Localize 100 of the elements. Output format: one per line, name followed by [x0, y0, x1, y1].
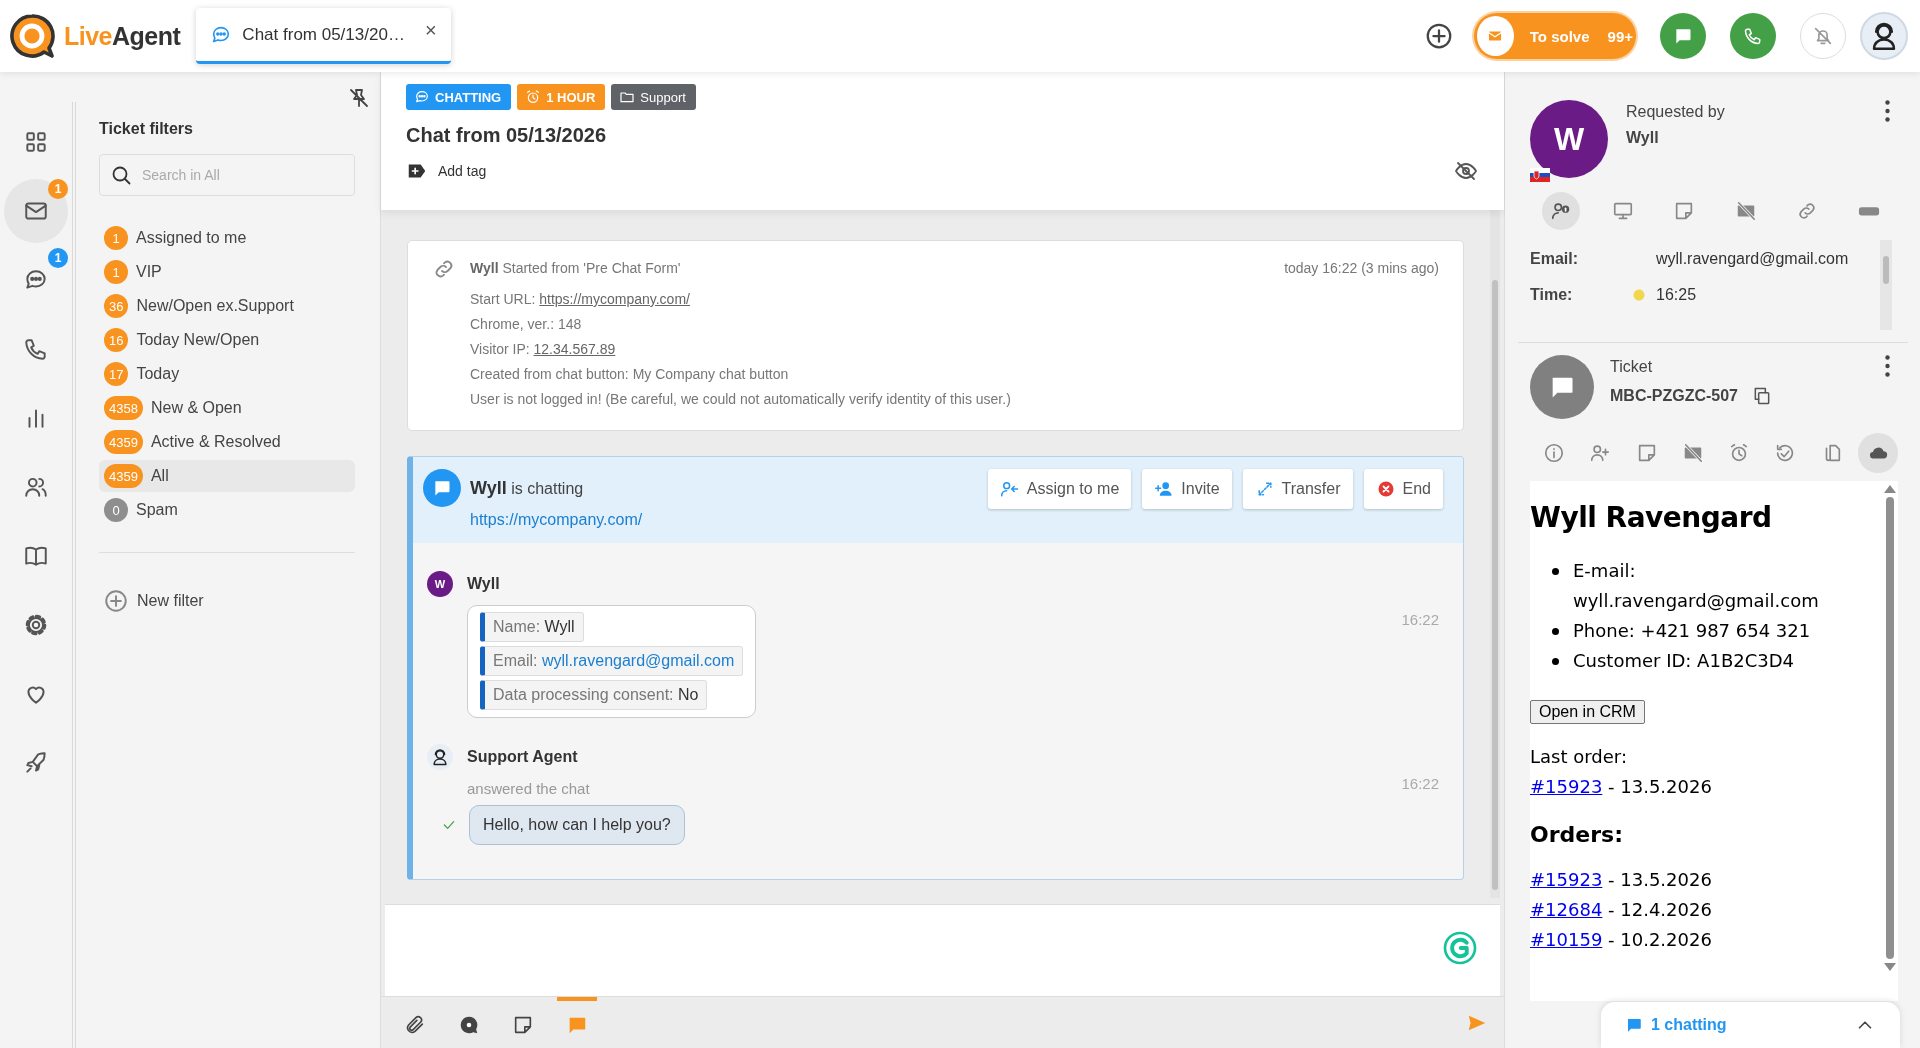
- order-link[interactable]: #15923: [1530, 776, 1603, 797]
- more-icon: [1884, 355, 1890, 377]
- notification-badge: 1: [48, 179, 68, 199]
- plus-icon: [1424, 21, 1454, 51]
- chat-action-button[interactable]: Transfer: [1242, 469, 1353, 509]
- timestamp: today 16:22 (3 mins ago): [1284, 259, 1439, 278]
- add-tag-button[interactable]: Add tag: [406, 160, 487, 182]
- add-person-icon: [1589, 442, 1612, 464]
- message-input[interactable]: [385, 904, 1500, 996]
- field-label: Email:: [1530, 250, 1579, 268]
- order-link[interactable]: #15923: [1530, 869, 1603, 890]
- form-field: Email: wyll.ravengard@gmail.com: [480, 646, 744, 676]
- orders-heading: Orders:: [1530, 822, 1624, 847]
- order-line: #12684 - 12.4.2026: [1530, 898, 1713, 922]
- customer-name: Wyll Ravengard: [1530, 501, 1773, 534]
- order-link[interactable]: #10159: [1530, 929, 1603, 950]
- chat-action-button[interactable]: Invite: [1142, 469, 1232, 509]
- call-status-button[interactable]: [1730, 13, 1776, 59]
- monitor-icon: [1611, 200, 1634, 222]
- filter-item[interactable]: 0 Spam: [99, 494, 355, 526]
- new-filter-button[interactable]: New filter: [99, 588, 355, 614]
- filter-item[interactable]: 1 Assigned to me: [99, 222, 355, 254]
- to-solve-count: 99+: [1607, 27, 1633, 45]
- close-button[interactable]: ×: [424, 19, 437, 42]
- scrollbar[interactable]: [1490, 210, 1500, 898]
- bullet-icon: [1552, 658, 1559, 665]
- ticket-code: MBC-PZGZC-507: [1610, 387, 1738, 405]
- message-author: Wyll: [467, 575, 500, 593]
- copy-icon: [1752, 386, 1772, 406]
- copy-button[interactable]: [1752, 386, 1772, 406]
- chat-status-button[interactable]: [1660, 13, 1706, 59]
- video-off-icon: [1734, 200, 1757, 222]
- count-badge: 1: [104, 226, 128, 250]
- message-time: 16:22: [1401, 775, 1439, 792]
- message-note: answered the chat: [467, 780, 590, 797]
- field-label: Time:: [1530, 286, 1574, 304]
- count-badge: 4359: [104, 430, 143, 454]
- filter-item[interactable]: 17 Today: [99, 358, 355, 390]
- more-button[interactable]: [1884, 100, 1890, 122]
- customer-detail: Phone: +421 987 654 321: [1573, 619, 1812, 643]
- video-off-icon: [1681, 442, 1704, 464]
- requester-label: Requested by: [1626, 103, 1726, 121]
- logo-text: LiveAgent: [64, 21, 181, 51]
- info-link[interactable]: 12.34.567.89: [533, 341, 616, 357]
- info-link[interactable]: https://mycompany.com/: [539, 291, 690, 307]
- search-field[interactable]: Search in All: [99, 154, 355, 196]
- chat-action-button[interactable]: End: [1363, 469, 1443, 509]
- message-time: 16:22: [1401, 611, 1439, 628]
- agent-icon: [430, 747, 450, 767]
- grammar-checker-icon: [1442, 930, 1478, 966]
- visitor-url[interactable]: https://mycompany.com/: [470, 511, 643, 529]
- chat-icon: [414, 89, 430, 105]
- phone-icon: [1743, 26, 1763, 46]
- ticket-tab[interactable]: Chat from 05/13/20… ×: [196, 8, 451, 64]
- message-author: Support Agent: [467, 748, 578, 766]
- to-solve-label: To solve: [1529, 27, 1590, 45]
- panel-tab[interactable]: [1857, 433, 1898, 473]
- agent-avatar[interactable]: [1860, 12, 1908, 60]
- notifications-button[interactable]: [1800, 13, 1846, 59]
- order-link[interactable]: #12684: [1530, 899, 1603, 920]
- ticket-tag[interactable]: Support: [611, 84, 696, 110]
- filter-item[interactable]: 1 VIP: [99, 256, 355, 288]
- field-value: Wyll: [544, 618, 575, 635]
- count-badge: 17: [104, 362, 129, 386]
- field-value: wyll.ravengard@gmail.com: [1656, 250, 1849, 268]
- info-line: Visitor IP: 12.34.567.89: [470, 340, 617, 359]
- order-line: #15923 - 13.5.2026: [1530, 775, 1713, 799]
- open-in-crm-button[interactable]: Open in CRM: [1530, 700, 1645, 724]
- chat-action-button[interactable]: Assign to me: [987, 469, 1132, 509]
- field-value: 16:25: [1656, 286, 1697, 304]
- filter-item[interactable]: 4358 New & Open: [99, 392, 355, 424]
- info-line: User is not logged in! (Be careful, we could not automatically verify identity of this user.): [470, 390, 1012, 409]
- info-line: Chrome, ver.: 148: [470, 315, 583, 334]
- hide-button[interactable]: [1454, 159, 1478, 183]
- filter-item[interactable]: 4359 Active & Resolved: [99, 426, 355, 458]
- filter-item[interactable]: 36 New/Open ex.Support: [99, 290, 355, 322]
- filter-item[interactable]: 4359 All: [99, 460, 355, 492]
- tab-title[interactable]: Chat from 05/13/20…: [242, 24, 405, 45]
- scrollbar[interactable]: [1880, 240, 1892, 330]
- more-button[interactable]: [1884, 355, 1890, 377]
- panel-tab[interactable]: [1542, 192, 1580, 230]
- more-icon: [1884, 100, 1890, 122]
- bullet-icon: [1552, 628, 1559, 635]
- eye-off-icon: [1454, 159, 1478, 183]
- unpin-button[interactable]: [347, 86, 371, 110]
- form-field: Name: Wyll: [480, 612, 584, 642]
- email-link[interactable]: wyll.ravengard@gmail.com: [541, 652, 735, 669]
- bullet-icon: [1552, 568, 1559, 575]
- chat-status: Wyll is chatting: [470, 478, 585, 499]
- plus-icon: [103, 588, 129, 614]
- rocket-icon: [23, 750, 49, 776]
- flag-icon: [1530, 168, 1550, 182]
- alarm-icon: [525, 89, 542, 105]
- phone-icon: [23, 336, 49, 362]
- folder-icon: [619, 89, 636, 105]
- paperclip-icon: [404, 1013, 426, 1036]
- order-label: Last order:: [1530, 745, 1628, 769]
- info-line: Start URL: https://mycompany.com/: [470, 290, 691, 309]
- chat-source: Wyll Started from 'Pre Chat Form': [470, 259, 681, 278]
- filter-item[interactable]: 16 Today New/Open: [99, 324, 355, 356]
